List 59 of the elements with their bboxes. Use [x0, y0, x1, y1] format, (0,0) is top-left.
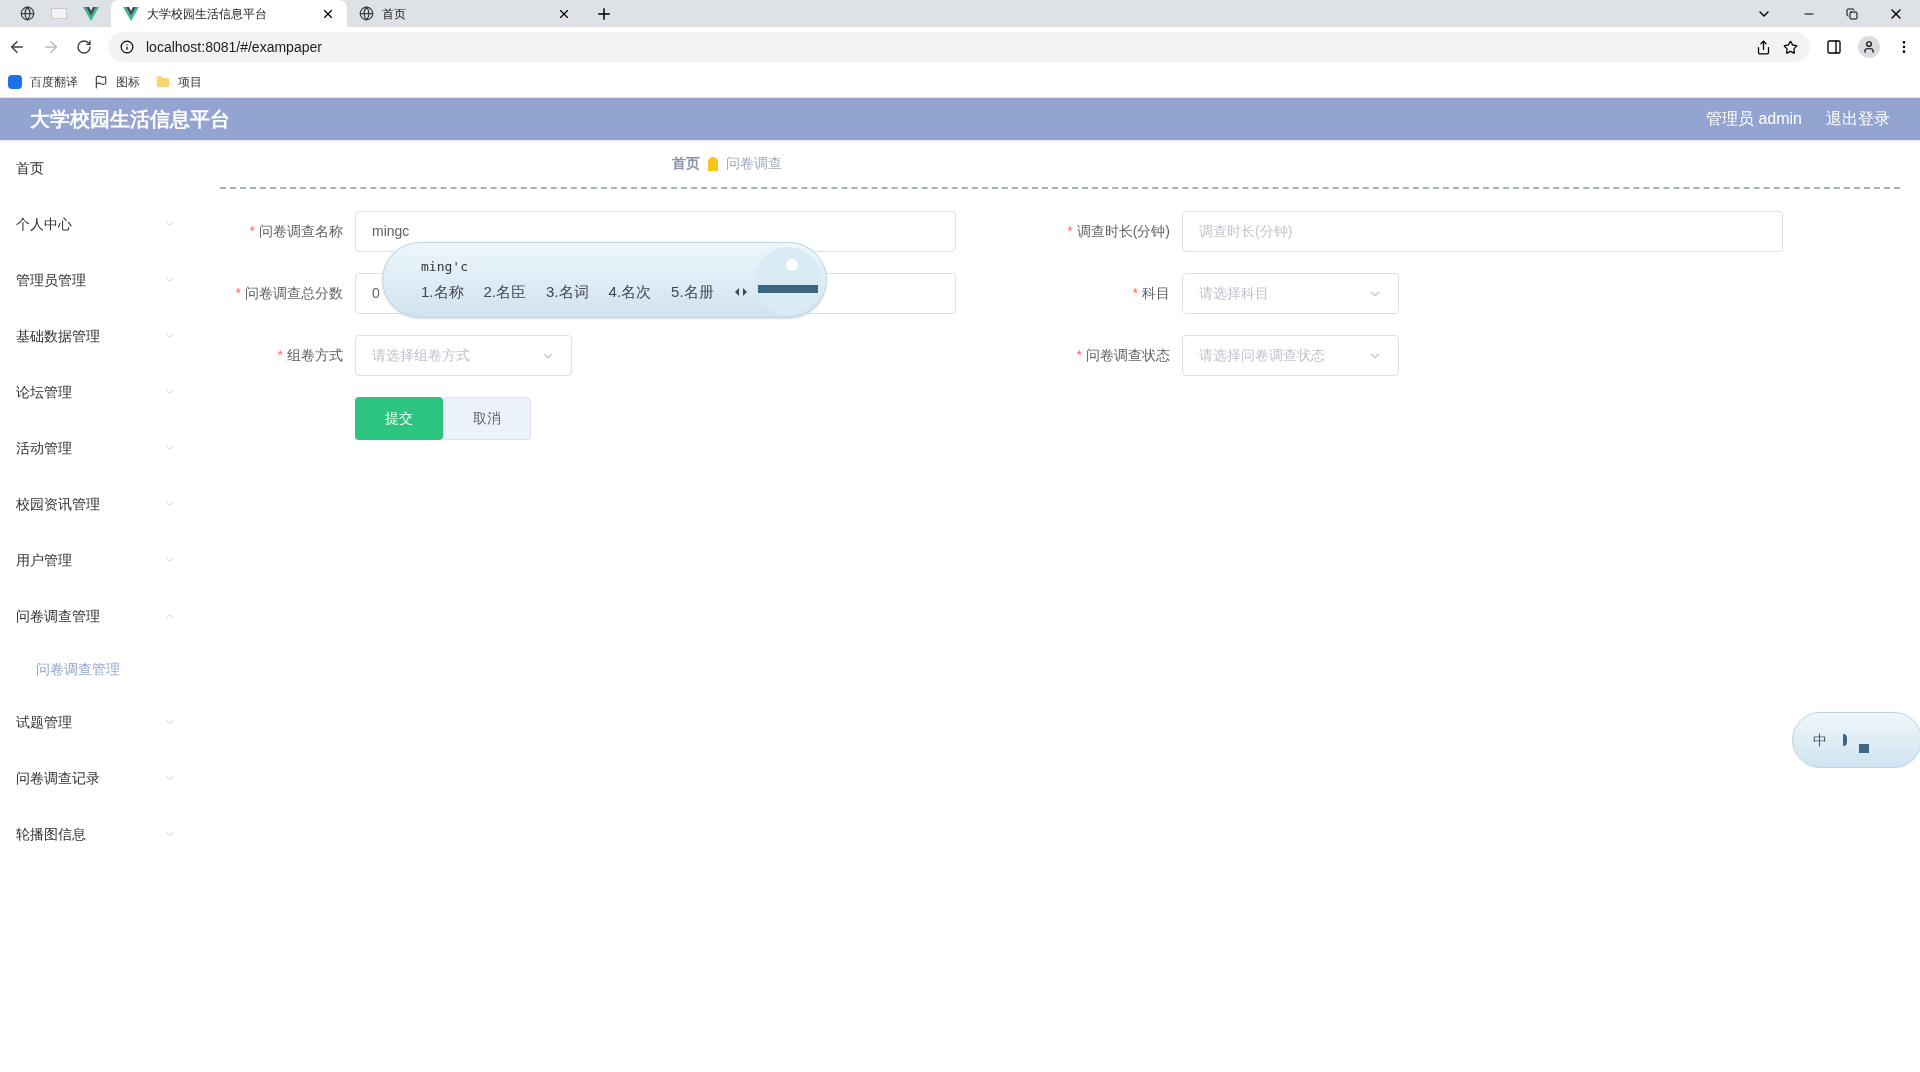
breadcrumb-current: 问卷调查	[726, 154, 782, 173]
required-marker: *	[235, 284, 241, 303]
required-marker: *	[1067, 222, 1073, 241]
star-icon[interactable]	[1783, 39, 1798, 55]
ime-candidate[interactable]: 3.名词	[546, 280, 589, 303]
ime-candidate[interactable]: 5.名册	[671, 280, 714, 303]
required-marker: *	[277, 346, 283, 365]
v-logo-icon	[123, 6, 139, 21]
flag-icon	[94, 75, 108, 89]
sidebar-item[interactable]: 首页	[0, 140, 220, 196]
sidebar-item[interactable]: 个人中心	[0, 196, 220, 252]
required-marker: *	[1132, 284, 1138, 303]
restore-icon[interactable]	[1846, 7, 1858, 20]
v-logo-icon	[83, 6, 99, 21]
field-label: 科目	[1142, 284, 1170, 303]
browser-tab[interactable]: 首页	[347, 0, 583, 27]
new-tab-icon[interactable]	[595, 5, 613, 23]
folder-icon	[156, 75, 170, 89]
ime-candidate[interactable]: 2.名臣	[483, 280, 527, 303]
sidebar-item[interactable]: 基础数据管理	[0, 308, 220, 364]
field-label: 问卷调查总分数	[245, 284, 343, 303]
info-icon	[120, 40, 134, 54]
browser-tab[interactable]: 大学校园生活信息平台	[111, 0, 347, 27]
ime-candidate[interactable]: 1.名称	[421, 280, 464, 303]
sidebar-item[interactable]: 用户管理	[0, 532, 220, 588]
globe-icon	[359, 6, 374, 21]
translate-icon	[8, 75, 22, 89]
sidebar-item[interactable]: 试题管理	[0, 694, 220, 750]
sidebar-item[interactable]: 管理员管理	[0, 252, 220, 308]
sidebar-item[interactable]: 活动管理	[0, 420, 220, 476]
sidebar-item[interactable]: 问卷调查记录	[0, 750, 220, 806]
share-icon[interactable]	[1756, 39, 1771, 55]
bookmark[interactable]: 项目	[156, 73, 202, 91]
input-mode-toggle[interactable]: 中	[1813, 729, 1827, 751]
field-label: 调查时长(分钟)	[1076, 222, 1170, 241]
page-arrows-icon[interactable]	[733, 286, 748, 297]
bookmark[interactable]: 百度翻译	[8, 73, 78, 91]
required-marker: *	[249, 222, 255, 241]
address-bar[interactable]: localhost:8081/#/exampaper	[108, 32, 1810, 62]
reload-icon[interactable]	[76, 39, 92, 55]
ime-candidate[interactable]: 4.名次	[608, 280, 652, 303]
sidebar-item[interactable]: 问卷调查管理	[0, 588, 220, 644]
sidebar-item[interactable]: 校园资讯管理	[0, 476, 220, 532]
field-label: 组卷方式	[287, 346, 343, 365]
cancel-button[interactable]: 取消	[443, 397, 531, 440]
ime-composition: ming'c	[421, 258, 469, 276]
required-marker: *	[1076, 346, 1082, 365]
field-label: 问卷调查名称	[259, 222, 343, 241]
back-icon[interactable]	[8, 38, 26, 56]
app-title: 大学校园生活信息平台	[30, 107, 231, 132]
sidebar-item[interactable]: 论坛管理	[0, 364, 220, 420]
side-panel-icon[interactable]	[1826, 39, 1842, 55]
bookmark[interactable]: 图标	[94, 73, 140, 91]
ime-skin-decoration-icon	[752, 245, 824, 317]
globe-icon[interactable]	[20, 6, 35, 21]
field-label: 问卷调查状态	[1086, 346, 1170, 365]
sidebar-item[interactable]: 轮播图信息	[0, 806, 220, 862]
user-label: 管理员 admin	[1705, 109, 1802, 129]
profile-icon[interactable]	[1858, 36, 1880, 58]
